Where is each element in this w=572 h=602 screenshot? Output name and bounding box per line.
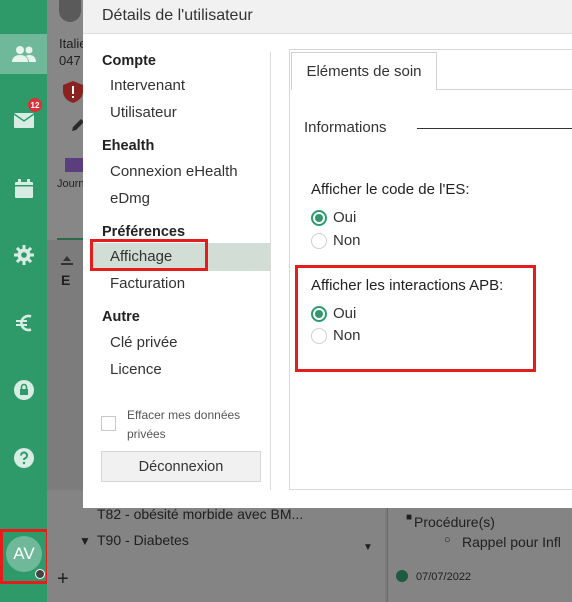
question-code-es: Afficher le code de l'ES: bbox=[311, 181, 470, 198]
procedure-label: Procédure(s) bbox=[414, 514, 495, 530]
nav-group-compte: Compte bbox=[102, 53, 156, 69]
billing-euro-icon[interactable] bbox=[0, 303, 47, 343]
add-button[interactable]: + bbox=[57, 568, 69, 591]
apb-highlight-box bbox=[295, 265, 536, 372]
bullet-icon: ■ bbox=[406, 512, 413, 523]
clear-data-checkbox[interactable] bbox=[101, 416, 116, 431]
patient-photo bbox=[59, 0, 81, 22]
nav-item-edmg[interactable]: eDmg bbox=[110, 190, 150, 207]
calendar-icon[interactable] bbox=[0, 168, 47, 208]
affichage-highlight-box bbox=[90, 239, 208, 271]
info-icon bbox=[396, 570, 408, 582]
help-icon[interactable] bbox=[0, 438, 47, 478]
radio-label: Non bbox=[333, 232, 361, 249]
clear-data-label: Effacer mes données privées bbox=[127, 408, 241, 441]
nav-item-connexion-ehealth[interactable]: Connexion eHealth bbox=[110, 163, 238, 180]
settings-icon[interactable] bbox=[0, 235, 47, 275]
nav-item-licence[interactable]: Licence bbox=[110, 361, 162, 378]
messages-icon[interactable]: 12 bbox=[0, 98, 47, 140]
radio-label: Oui bbox=[333, 209, 357, 226]
radio-checked-icon[interactable] bbox=[311, 209, 327, 226]
tab-baseline bbox=[437, 89, 572, 90]
radio-code-es-oui[interactable]: Oui bbox=[311, 209, 356, 226]
journal-folder-icon bbox=[65, 158, 83, 172]
dialog-title: Détails de l'utilisateur bbox=[102, 7, 253, 24]
tab-elements-de-soin[interactable]: Eléments de soin bbox=[291, 52, 437, 90]
nav-divider bbox=[270, 52, 271, 490]
nav-item-utilisateur[interactable]: Utilisateur bbox=[110, 104, 177, 121]
dialog-header: Détails de l'utilisateur bbox=[83, 0, 572, 34]
lock-icon[interactable] bbox=[0, 370, 47, 410]
nav-group-ehealth: Ehealth bbox=[102, 138, 155, 154]
section-title-informations: Informations bbox=[304, 119, 387, 136]
diagnosis-t90[interactable]: T90 - Diabetes bbox=[97, 532, 189, 548]
messages-badge: 12 bbox=[28, 98, 42, 112]
journal-tab-fragment: Journ bbox=[57, 178, 85, 190]
procedure-item: Rappel pour Infl bbox=[462, 534, 561, 550]
collapse-icon[interactable] bbox=[61, 252, 73, 265]
nav-item-intervenant[interactable]: Intervenant bbox=[110, 77, 185, 94]
tab-indicator bbox=[57, 238, 83, 240]
avatar-highlight-box bbox=[0, 529, 49, 584]
patient-phone-fragment: 047 bbox=[59, 53, 81, 68]
date-fragment: 07/07/2022 bbox=[416, 571, 472, 583]
section-rule bbox=[417, 128, 572, 129]
nav-group-preferences: Préférences bbox=[102, 224, 186, 240]
radio-code-es-non[interactable]: Non bbox=[311, 232, 361, 249]
section-fragment: E bbox=[61, 272, 71, 288]
expand-arrow-icon[interactable]: ▼ bbox=[79, 534, 91, 548]
nav-item-cle-privee[interactable]: Clé privée bbox=[110, 334, 178, 351]
scroll-down-icon[interactable]: ▼ bbox=[363, 542, 373, 553]
nav-group-autre: Autre bbox=[102, 309, 140, 325]
logout-button[interactable]: Déconnexion bbox=[101, 451, 261, 482]
diagnosis-t82[interactable]: T82 - obésité morbide avec BM... bbox=[97, 506, 303, 522]
circle-bullet-icon: ○ bbox=[444, 534, 451, 546]
shield-alert-icon bbox=[63, 81, 83, 103]
patients-icon[interactable] bbox=[0, 34, 47, 74]
app-sidebar: 12 AV bbox=[0, 0, 47, 602]
nav-item-facturation[interactable]: Facturation bbox=[110, 275, 185, 292]
radio-unchecked-icon[interactable] bbox=[311, 232, 327, 249]
